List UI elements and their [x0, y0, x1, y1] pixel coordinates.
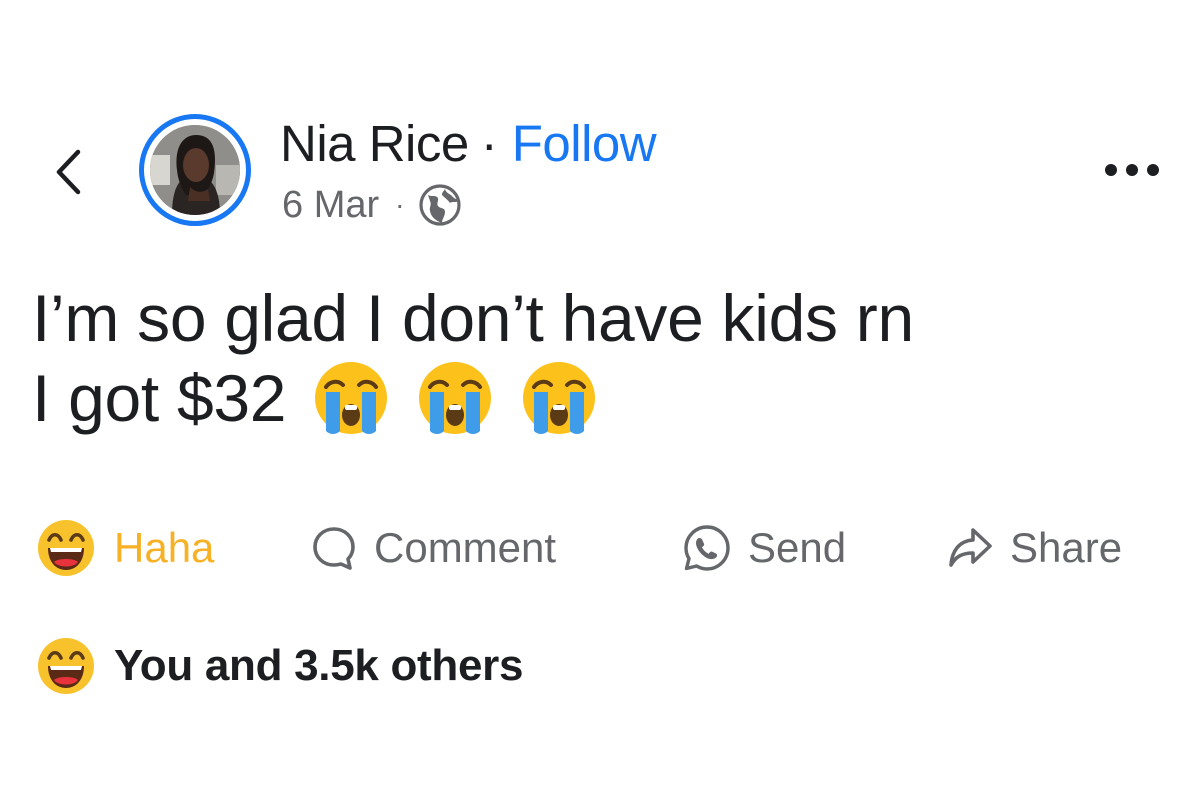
post-date[interactable]: 6 Mar: [282, 184, 379, 227]
haha-reaction-icon: [38, 520, 94, 576]
send-label: Send: [748, 524, 847, 571]
action-bar: Haha Comment Send Share: [36, 518, 1166, 578]
more-options-icon: [1105, 164, 1117, 176]
back-button[interactable]: [48, 146, 88, 198]
comment-icon: [313, 527, 355, 570]
post-meta: 6 Mar ·: [282, 180, 462, 230]
share-label: Share: [1010, 524, 1123, 571]
more-options-button[interactable]: [1096, 148, 1168, 192]
post-text-line-2-container: I got $32: [32, 358, 1182, 438]
meta-separator: ·: [395, 189, 405, 220]
avatar[interactable]: [139, 114, 251, 226]
whatsapp-icon: [684, 525, 730, 571]
post-card: Nia Rice · Follow 6 Mar · I’m so glad I …: [0, 0, 1200, 793]
post-text-line-2: I got $32: [32, 361, 287, 435]
profile-photo: [150, 125, 240, 215]
post-text-line-1: I’m so glad I don’t have kids rn: [32, 281, 914, 355]
author-name[interactable]: Nia Rice: [280, 118, 469, 169]
author-line: Nia Rice · Follow: [280, 112, 657, 174]
comment-button[interactable]: Comment: [310, 518, 556, 578]
loudly-crying-face-icon: [520, 359, 598, 437]
post-text: I’m so glad I don’t have kids rn I got $…: [32, 278, 1182, 438]
share-icon: [949, 528, 992, 567]
haha-reaction-icon: [38, 638, 94, 694]
haha-button[interactable]: Haha: [36, 518, 214, 578]
loudly-crying-face-icon: [416, 359, 494, 437]
chevron-left-icon: [56, 149, 81, 195]
globe-icon: [418, 183, 462, 227]
send-button[interactable]: Send: [682, 518, 846, 578]
haha-label: Haha: [114, 524, 215, 571]
follow-button[interactable]: Follow: [512, 118, 657, 169]
reactions-count-text: You and 3.5k others: [114, 641, 524, 690]
name-separator: ·: [480, 114, 498, 172]
comment-label: Comment: [374, 524, 557, 571]
share-button[interactable]: Share: [946, 518, 1122, 578]
reactions-summary[interactable]: You and 3.5k others: [36, 636, 523, 696]
loudly-crying-face-icon: [312, 359, 390, 437]
